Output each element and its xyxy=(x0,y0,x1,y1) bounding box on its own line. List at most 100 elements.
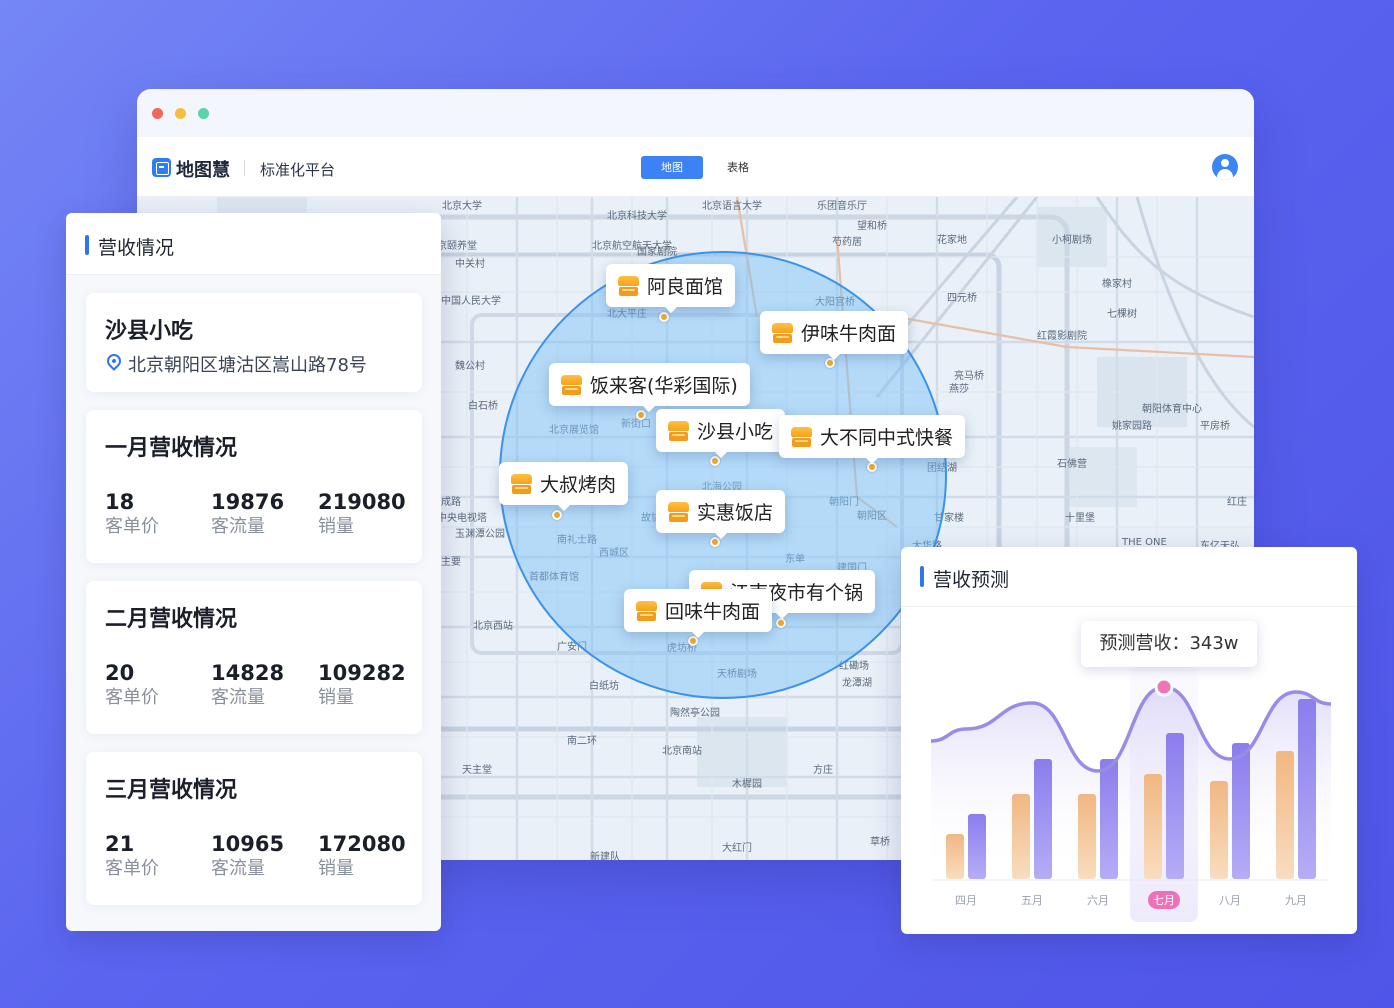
bar-六月-series-1[interactable] xyxy=(1100,759,1118,879)
bar-五月-series-1[interactable] xyxy=(1034,759,1052,879)
bar-九月-series-1[interactable] xyxy=(1298,699,1316,879)
stat-label: 客单价 xyxy=(105,858,159,879)
revenue-panel: 营收情况 沙县小吃 北京朝阳区塘沽区嵩山路78号 一月营收情况 18 客单价 1… xyxy=(66,213,441,931)
shop-info-card[interactable]: 沙县小吃 北京朝阳区塘沽区嵩山路78号 xyxy=(86,293,422,392)
map-place-label: 大红门 xyxy=(722,843,752,854)
forecast-highlight-point[interactable] xyxy=(1154,677,1174,697)
month-revenue-card[interactable]: 三月营收情况 21 客单价 10965 客流量 172080 销量 xyxy=(86,752,422,905)
map-place-label: 北京大学 xyxy=(442,201,482,212)
stat-value: 21 xyxy=(105,832,135,856)
month-revenue-title: 三月营收情况 xyxy=(105,778,238,803)
map-place-label: 主要 xyxy=(441,557,461,568)
shop-address: 北京朝阳区塘沽区嵩山路78号 xyxy=(128,355,367,376)
stat-value: 18 xyxy=(105,490,135,514)
map-place-label: 木樨园 xyxy=(732,779,762,790)
shop-icon xyxy=(791,426,812,447)
brand-logo-icon xyxy=(152,158,171,177)
bar-八月-series-0[interactable] xyxy=(1210,781,1228,879)
stat-value: 172080 xyxy=(318,832,406,856)
shop-name: 沙县小吃 xyxy=(105,319,194,344)
stat-label: 客流量 xyxy=(211,858,265,879)
poi-name: 回味牛肉面 xyxy=(665,601,761,623)
x-tick-label: 六月 xyxy=(1087,894,1109,907)
forecast-panel-header: 营收预测 xyxy=(901,547,1357,607)
map-place-label: 南二环 xyxy=(567,736,597,747)
stat-traffic: 19876 客流量 xyxy=(211,490,284,540)
stat-label: 客单价 xyxy=(105,516,159,537)
shop-icon xyxy=(772,322,793,343)
stat-label: 销量 xyxy=(318,858,354,879)
shop-icon xyxy=(668,420,689,441)
stat-traffic: 14828 客流量 xyxy=(211,661,284,711)
poi-marker[interactable]: 伊味牛肉面 xyxy=(760,311,909,360)
tab-table[interactable]: 表格 xyxy=(707,156,769,179)
bar-七月-series-1[interactable] xyxy=(1166,733,1184,879)
stat-sales: 109282 销量 xyxy=(318,661,406,711)
poi-marker[interactable]: 实惠饭店 xyxy=(656,490,786,539)
stat-sales: 219080 销量 xyxy=(318,490,406,540)
stat-value: 20 xyxy=(105,661,135,685)
stat-value: 10965 xyxy=(211,832,285,856)
stat-unit-price: 18 客单价 xyxy=(105,490,159,540)
minimize-window-button[interactable] xyxy=(175,108,186,119)
poi-pin[interactable] xyxy=(552,510,562,520)
map-place-label: 花家地 xyxy=(937,235,967,246)
x-tick-label: 五月 xyxy=(1021,894,1043,907)
poi-name: 阿良面馆 xyxy=(647,276,724,298)
poi-name: 大叔烤肉 xyxy=(540,474,617,496)
bar-九月-series-0[interactable] xyxy=(1276,751,1294,879)
map-place-label: 成路 xyxy=(441,497,461,508)
shop-icon xyxy=(636,600,657,621)
map-place-label: 白纸坊 xyxy=(589,681,619,692)
bar-七月-series-0[interactable] xyxy=(1144,774,1162,879)
map-place-label: 燕莎 xyxy=(949,384,969,395)
map-place-label: 橡家村 xyxy=(1102,279,1132,290)
poi-marker[interactable]: 回味牛肉面 xyxy=(624,589,773,638)
poi-name: 实惠饭店 xyxy=(697,502,774,524)
map-place-label: 小柯剧场 xyxy=(1052,235,1092,246)
close-window-button[interactable] xyxy=(152,108,163,119)
shop-icon xyxy=(618,275,639,296)
platform-name: 标准化平台 xyxy=(260,161,336,179)
map-place-label: 朝阳体育中心 xyxy=(1142,404,1202,415)
bar-八月-series-1[interactable] xyxy=(1232,743,1250,879)
bar-四月-series-1[interactable] xyxy=(968,814,986,879)
poi-pin[interactable] xyxy=(659,312,669,322)
poi-marker[interactable]: 饭来客(华彩国际) xyxy=(549,363,750,412)
poi-marker[interactable]: 阿良面馆 xyxy=(606,264,736,313)
bar-四月-series-0[interactable] xyxy=(946,834,964,879)
stat-unit-price: 20 客单价 xyxy=(105,661,159,711)
x-tick-label: 八月 xyxy=(1219,894,1241,907)
map-place-label: 姚家园路 xyxy=(1112,421,1152,432)
map-place-label: 京颐养堂 xyxy=(437,241,477,252)
poi-marker[interactable]: 沙县小吃 xyxy=(656,409,786,458)
bar-五月-series-0[interactable] xyxy=(1012,794,1030,879)
map-place-label: 中央电视塔 xyxy=(437,513,487,524)
title-accent-bar xyxy=(85,235,89,255)
window-titlebar xyxy=(137,89,1254,137)
month-revenue-card[interactable]: 二月营收情况 20 客单价 14828 客流量 109282 销量 xyxy=(86,581,422,734)
header-divider xyxy=(244,160,245,176)
stat-value: 14828 xyxy=(211,661,285,685)
map-place-label: 陶然亭公园 xyxy=(670,708,720,719)
tab-map[interactable]: 地图 xyxy=(641,156,703,179)
poi-pin[interactable] xyxy=(776,618,786,628)
stat-label: 销量 xyxy=(318,687,354,708)
revenue-panel-header: 营收情况 xyxy=(66,213,441,275)
location-pin-icon xyxy=(104,351,124,371)
month-revenue-card[interactable]: 一月营收情况 18 客单价 19876 客流量 219080 销量 xyxy=(86,410,422,563)
map-place-label: 玉渊潭公园 xyxy=(455,529,505,540)
x-tick-label: 七月 xyxy=(1153,894,1175,907)
poi-name: 沙县小吃 xyxy=(697,421,774,443)
stat-value: 109282 xyxy=(318,661,406,685)
map-place-label: 新建队 xyxy=(590,852,620,860)
map-place-label: 北京科技大学 xyxy=(607,211,667,222)
bar-六月-series-0[interactable] xyxy=(1078,794,1096,879)
maximize-window-button[interactable] xyxy=(198,108,209,119)
app-header: 地图慧 标准化平台 地图 表格 xyxy=(137,137,1254,197)
user-avatar-icon[interactable] xyxy=(1212,154,1238,180)
shop-icon xyxy=(561,374,582,395)
poi-marker[interactable]: 大叔烤肉 xyxy=(499,462,629,511)
shop-icon xyxy=(668,501,689,522)
poi-marker[interactable]: 大不同中式快餐 xyxy=(779,415,966,464)
